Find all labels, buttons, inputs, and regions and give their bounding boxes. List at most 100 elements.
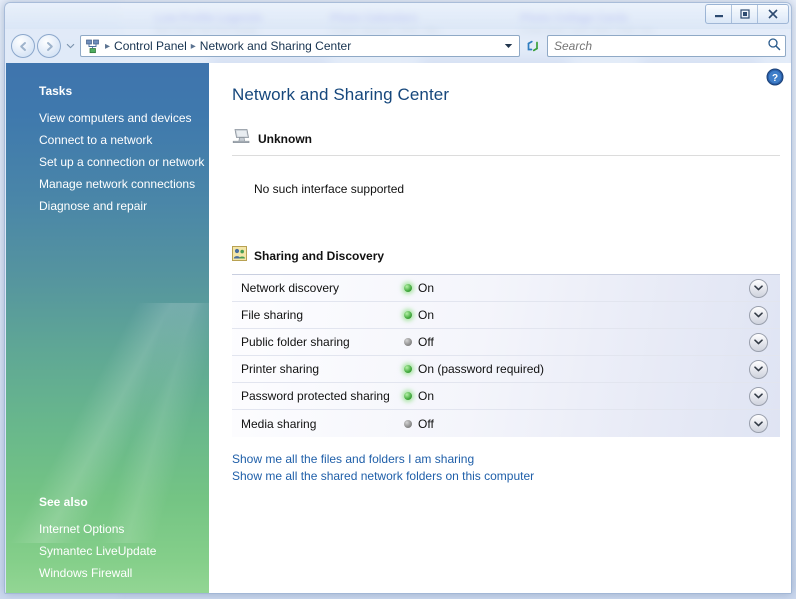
see-also-group: See also Internet Options Symantec LiveU… xyxy=(6,492,209,584)
refresh-icon xyxy=(527,40,538,52)
row-status-text: On xyxy=(418,389,435,403)
sharing-section-title: Sharing and Discovery xyxy=(254,249,385,263)
title-bar xyxy=(5,3,791,29)
recent-pages-button[interactable] xyxy=(64,43,77,49)
status-dot-on-icon xyxy=(404,392,412,400)
sidebar-item-connect-to-a-network[interactable]: Connect to a network xyxy=(6,129,209,151)
link-show-files-and-folders-i-am-sharing[interactable]: Show me all the files and folders I am s… xyxy=(232,452,534,466)
row-status-text: Off xyxy=(418,416,434,431)
chevron-down-icon xyxy=(754,285,763,291)
address-bar[interactable]: ▸ Control Panel ▸ Network and Sharing Ce… xyxy=(80,35,520,57)
row-status-text: On (password required) xyxy=(418,362,545,376)
status-dot-off-icon xyxy=(404,338,412,346)
chevron-down-icon xyxy=(504,44,512,48)
people-sharing-icon xyxy=(232,246,247,266)
table-row: Network discovery On xyxy=(232,275,780,302)
chevron-down-icon xyxy=(754,393,763,399)
row-status-text: Off xyxy=(418,335,434,349)
computer-icon xyxy=(232,128,251,150)
row-status-password-protected-sharing: On xyxy=(404,389,780,403)
row-label-file-sharing: File sharing xyxy=(241,308,304,322)
sharing-section-header: Sharing and Discovery xyxy=(232,246,780,271)
minimize-button[interactable] xyxy=(706,5,732,23)
row-label-network-discovery: Network discovery xyxy=(241,281,340,295)
table-row: Media sharing Off xyxy=(232,410,780,437)
chevron-down-icon xyxy=(754,366,763,372)
breadcrumb-arrow-icon[interactable]: ▸ xyxy=(190,41,197,52)
row-status-printer-sharing: On (password required) xyxy=(404,362,780,376)
sidebar-item-symantec-liveupdate[interactable]: Symantec LiveUpdate xyxy=(6,540,209,562)
row-status-network-discovery: On xyxy=(404,281,780,295)
breadcrumb-arrow-icon[interactable]: ▸ xyxy=(104,41,111,52)
search-box[interactable] xyxy=(547,35,786,57)
row-status-file-sharing: On xyxy=(404,308,780,322)
bottom-links: Show me all the files and folders I am s… xyxy=(232,452,534,483)
expand-button-file-sharing[interactable] xyxy=(749,305,768,325)
table-row: Public folder sharing Off xyxy=(232,329,780,356)
row-label-media-sharing: Media sharing xyxy=(241,416,317,431)
sidebar-item-view-computers-and-devices[interactable]: View computers and devices xyxy=(6,107,209,129)
sidebar-item-internet-options[interactable]: Internet Options xyxy=(6,518,209,540)
search-input[interactable] xyxy=(554,39,767,53)
forward-button[interactable] xyxy=(37,34,61,58)
unknown-section-title: Unknown xyxy=(258,132,312,146)
search-icon[interactable] xyxy=(767,37,781,56)
tasks-heading: Tasks xyxy=(39,84,73,98)
status-dot-on-icon xyxy=(404,311,412,319)
refresh-button[interactable] xyxy=(522,35,544,57)
maximize-button[interactable] xyxy=(732,5,758,23)
row-status-public-folder-sharing: Off xyxy=(404,335,780,349)
sidebar-item-set-up-a-connection-or-network[interactable]: Set up a connection or network xyxy=(6,151,209,173)
window-controls xyxy=(705,4,789,24)
expand-button-network-discovery[interactable] xyxy=(749,278,768,298)
sidebar-item-diagnose-and-repair[interactable]: Diagnose and repair xyxy=(6,195,209,217)
arrow-right-icon xyxy=(46,41,53,51)
chevron-down-icon xyxy=(66,43,75,49)
expand-button-password-protected-sharing[interactable] xyxy=(749,386,768,406)
task-sidebar: Tasks View computers and devices Connect… xyxy=(6,63,209,593)
help-icon: ? xyxy=(766,68,784,86)
status-dot-off-icon xyxy=(404,419,412,428)
status-dot-on-icon xyxy=(404,284,412,292)
chevron-down-icon xyxy=(754,339,763,345)
row-label-printer-sharing: Printer sharing xyxy=(241,362,320,376)
breadcrumb-network-and-sharing-center[interactable]: Network and Sharing Center xyxy=(197,38,354,54)
tasks-group: Tasks View computers and devices Connect… xyxy=(6,81,209,217)
sharing-and-discovery-section: Sharing and Discovery Network discovery … xyxy=(232,246,780,437)
row-status-text: On xyxy=(418,281,435,295)
unknown-section-message: No such interface supported xyxy=(254,182,405,196)
back-button[interactable] xyxy=(11,34,35,58)
expand-button-printer-sharing[interactable] xyxy=(749,359,768,379)
breadcrumb-control-panel[interactable]: Control Panel xyxy=(111,38,190,54)
sharing-rows-panel: Network discovery On File sharing On Pub… xyxy=(232,274,780,437)
expand-button-media-sharing[interactable] xyxy=(749,414,768,433)
see-also-heading: See also xyxy=(39,495,88,509)
chevron-down-icon xyxy=(754,312,763,318)
link-show-shared-network-folders[interactable]: Show me all the shared network folders o… xyxy=(232,469,534,483)
sidebar-item-windows-firewall[interactable]: Windows Firewall xyxy=(6,562,209,584)
table-row: Printer sharing On (password required) xyxy=(232,356,780,383)
help-button[interactable]: ? xyxy=(766,68,784,86)
unknown-network-section: Unknown No such interface supported xyxy=(232,128,780,196)
network-icon xyxy=(85,39,100,54)
close-button[interactable] xyxy=(758,5,788,23)
row-label-public-folder-sharing: Public folder sharing xyxy=(241,335,350,349)
explorer-window: ▸ Control Panel ▸ Network and Sharing Ce… xyxy=(4,2,792,594)
row-label-password-protected-sharing: Password protected sharing xyxy=(241,389,390,403)
address-dropdown-button[interactable] xyxy=(500,43,516,49)
navigation-bar: ▸ Control Panel ▸ Network and Sharing Ce… xyxy=(5,29,791,63)
sidebar-item-manage-network-connections[interactable]: Manage network connections xyxy=(6,173,209,195)
expand-button-public-folder-sharing[interactable] xyxy=(749,332,768,352)
svg-text:?: ? xyxy=(772,73,778,84)
page-title: Network and Sharing Center xyxy=(232,85,450,104)
arrow-left-icon xyxy=(19,41,26,51)
unknown-section-header: Unknown xyxy=(232,128,780,156)
chevron-down-icon xyxy=(754,420,763,426)
row-status-text: On xyxy=(418,308,435,322)
table-row: Password protected sharing On xyxy=(232,383,780,410)
table-row: File sharing On xyxy=(232,302,780,329)
main-pane: ? Network and Sharing Center Unknown No … xyxy=(209,63,791,593)
window-content: Tasks View computers and devices Connect… xyxy=(6,63,791,593)
status-dot-on-icon xyxy=(404,365,412,373)
row-status-media-sharing: Off xyxy=(404,417,780,431)
